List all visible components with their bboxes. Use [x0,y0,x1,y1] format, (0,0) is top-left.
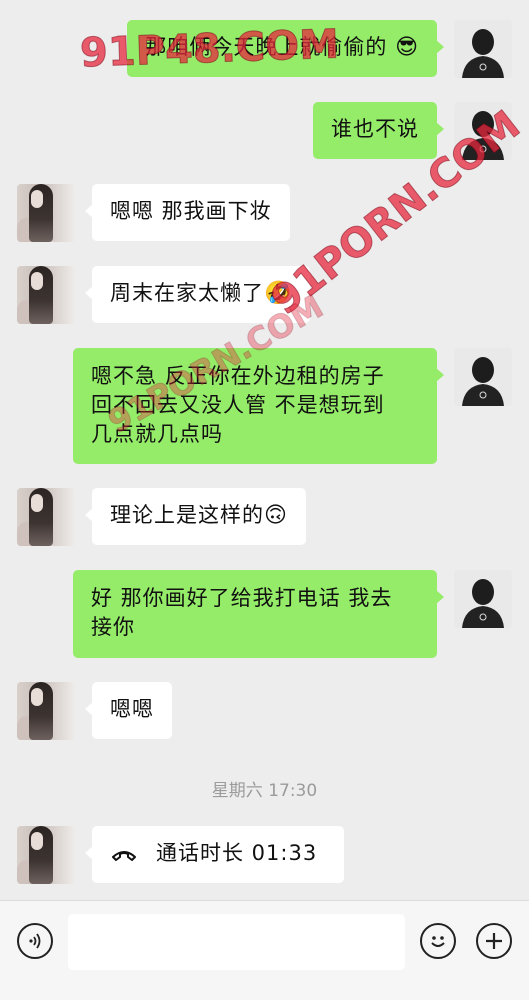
message-text: 理论上是这样的 [110,503,264,527]
message-text: 那咱俩今天晚上就偷偷的 [145,35,388,59]
upside-down-emoji-icon: 🙃 [264,503,288,528]
input-bar [0,900,529,1000]
contact-avatar[interactable] [17,266,75,324]
message-bubble[interactable]: 谁也不说 [313,102,444,159]
contact-avatar[interactable] [17,826,75,884]
contact-avatar[interactable] [17,682,75,740]
message-bubble[interactable]: 嗯不急 反正你在外边租的房子 回不回去又没人管 不是想玩到 几点就几点吗 [73,348,444,464]
voice-icon [29,933,41,949]
my-avatar[interactable] [454,348,512,406]
timestamp: 星期六 17:30 [211,781,318,801]
message-bubble[interactable]: 理论上是这样的🙃 [85,488,306,545]
my-avatar[interactable] [454,20,512,78]
voice-button[interactable] [17,923,53,959]
message-text: 周末在家太懒了 [110,281,264,305]
message-bubble[interactable]: 好 那你画好了给我打电话 我去 接你 [73,570,444,658]
laughing-emoji-icon: 🤣 [264,281,293,306]
message-bubble[interactable]: 嗯嗯 [85,682,172,739]
emoji-button[interactable] [420,923,456,959]
message-line: 几点就几点吗 [91,422,223,446]
message-bubble[interactable]: 那咱俩今天晚上就偷偷的 😎 [127,20,444,77]
message-line: 回不回去又没人管 不是想玩到 [91,393,385,417]
message-input[interactable] [68,914,405,970]
message-bubble[interactable]: 周末在家太懒了🤣 [84,266,311,323]
my-avatar[interactable] [454,102,512,160]
cool-emoji-icon: 😎 [395,35,419,60]
call-record-bubble[interactable]: 通话时长 01:33 [85,826,344,883]
contact-avatar[interactable] [17,488,75,546]
add-button[interactable] [476,923,512,959]
my-avatar[interactable] [454,570,512,628]
plus-icon [486,933,502,949]
message-text: 嗯嗯 那我画下妆 [110,199,272,223]
contact-avatar[interactable] [17,184,75,242]
call-duration-label: 通话时长 01:33 [156,841,318,865]
message-line: 接你 [91,615,135,639]
chat-area[interactable]: 那咱俩今天晚上就偷偷的 😎 谁也不说 嗯嗯 那我画下妆 周末在家太懒了🤣 嗯不急… [0,0,529,900]
message-line: 嗯不急 反正你在外边租的房子 [91,364,385,388]
smiley-icon [431,936,445,947]
message-text: 谁也不说 [331,117,419,141]
message-text: 嗯嗯 [110,697,154,721]
phone-hangup-icon [112,850,136,861]
message-bubble[interactable]: 嗯嗯 那我画下妆 [85,184,290,241]
message-line: 好 那你画好了给我打电话 我去 [91,586,393,610]
